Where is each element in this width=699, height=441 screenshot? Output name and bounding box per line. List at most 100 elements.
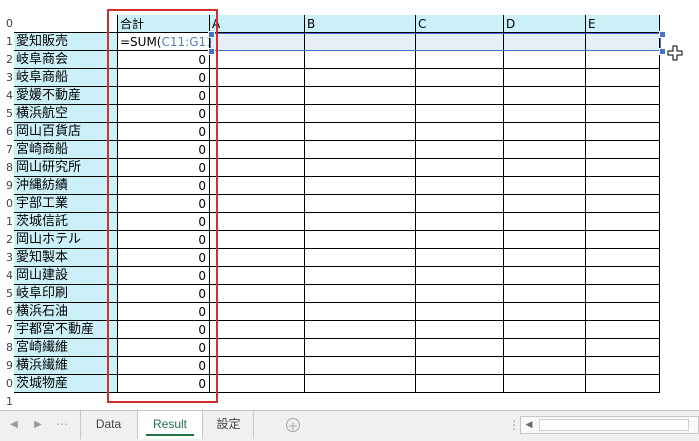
total-value-cell[interactable]: 0 bbox=[118, 159, 210, 177]
empty-cell[interactable] bbox=[210, 33, 305, 51]
company-name-cell[interactable]: 宮崎商船 bbox=[14, 141, 118, 159]
formula-cell[interactable]: =SUM(C11:G11) bbox=[118, 33, 210, 51]
empty-cell[interactable] bbox=[504, 141, 586, 159]
header-total-cell[interactable]: 合計 bbox=[118, 15, 210, 33]
empty-cell[interactable] bbox=[504, 267, 586, 285]
empty-cell[interactable] bbox=[586, 231, 660, 249]
empty-cell[interactable] bbox=[210, 303, 305, 321]
empty-cell[interactable] bbox=[210, 177, 305, 195]
tab-scroll-right-icon[interactable]: ▶ bbox=[32, 419, 44, 431]
empty-cell[interactable] bbox=[305, 51, 416, 69]
empty-cell[interactable] bbox=[305, 195, 416, 213]
range-resize-handle[interactable] bbox=[208, 48, 215, 55]
total-value-cell[interactable]: 0 bbox=[118, 285, 210, 303]
more-tabs-icon[interactable]: ⋯ bbox=[56, 416, 68, 432]
empty-cell[interactable] bbox=[504, 51, 586, 69]
empty-cell[interactable] bbox=[210, 141, 305, 159]
empty-cell[interactable] bbox=[305, 231, 416, 249]
empty-cell[interactable] bbox=[305, 33, 416, 51]
company-name-cell[interactable]: 岡山ホテル bbox=[14, 231, 118, 249]
empty-cell[interactable] bbox=[416, 285, 504, 303]
company-name-cell[interactable]: 岐阜商会 bbox=[14, 51, 118, 69]
empty-cell[interactable] bbox=[504, 249, 586, 267]
empty-cell[interactable] bbox=[586, 249, 660, 267]
empty-cell[interactable] bbox=[210, 321, 305, 339]
empty-cell[interactable] bbox=[416, 195, 504, 213]
empty-cell[interactable] bbox=[210, 123, 305, 141]
header-col-c[interactable]: C bbox=[416, 15, 504, 33]
company-name-cell[interactable]: 岐阜商船 bbox=[14, 69, 118, 87]
empty-cell[interactable] bbox=[586, 105, 660, 123]
company-name-cell[interactable]: 愛知製本 bbox=[14, 249, 118, 267]
empty-cell[interactable] bbox=[210, 69, 305, 87]
empty-cell[interactable] bbox=[504, 285, 586, 303]
header-col-d[interactable]: D bbox=[504, 15, 586, 33]
empty-cell[interactable] bbox=[416, 375, 504, 393]
horizontal-scrollbar[interactable]: ◀ bbox=[520, 416, 699, 434]
company-name-cell[interactable]: 宇部工業 bbox=[14, 195, 118, 213]
empty-cell[interactable] bbox=[586, 51, 660, 69]
empty-cell[interactable] bbox=[305, 213, 416, 231]
total-value-cell[interactable]: 0 bbox=[118, 339, 210, 357]
total-value-cell[interactable]: 0 bbox=[118, 357, 210, 375]
empty-cell[interactable] bbox=[305, 249, 416, 267]
company-name-cell[interactable]: 岡山建設 bbox=[14, 267, 118, 285]
empty-cell[interactable] bbox=[416, 339, 504, 357]
empty-cell[interactable] bbox=[305, 159, 416, 177]
worksheet-grid[interactable]: 0合計ABCDE1愛知販売=SUM(C11:G11)2岐阜商会03岐阜商船04愛… bbox=[0, 0, 699, 410]
total-value-cell[interactable]: 0 bbox=[118, 375, 210, 393]
empty-cell[interactable] bbox=[504, 195, 586, 213]
scrollbar-thumb[interactable] bbox=[539, 419, 689, 431]
empty-cell[interactable] bbox=[586, 213, 660, 231]
empty-cell[interactable] bbox=[210, 195, 305, 213]
empty-cell[interactable] bbox=[586, 285, 660, 303]
empty-cell[interactable] bbox=[586, 321, 660, 339]
header-col-a[interactable]: A bbox=[210, 15, 305, 33]
empty-cell[interactable] bbox=[586, 87, 660, 105]
range-resize-handle[interactable] bbox=[659, 31, 666, 38]
empty-cell[interactable] bbox=[416, 105, 504, 123]
total-value-cell[interactable]: 0 bbox=[118, 249, 210, 267]
empty-cell[interactable] bbox=[504, 123, 586, 141]
header-col-b[interactable]: B bbox=[305, 15, 416, 33]
empty-cell[interactable] bbox=[416, 231, 504, 249]
empty-cell[interactable] bbox=[586, 33, 660, 51]
empty-cell[interactable] bbox=[586, 357, 660, 375]
total-value-cell[interactable]: 0 bbox=[118, 87, 210, 105]
total-value-cell[interactable]: 0 bbox=[118, 195, 210, 213]
empty-cell[interactable] bbox=[416, 51, 504, 69]
empty-cell[interactable] bbox=[504, 177, 586, 195]
company-name-cell[interactable]: 岐阜印刷 bbox=[14, 285, 118, 303]
empty-cell[interactable] bbox=[586, 339, 660, 357]
empty-cell[interactable] bbox=[210, 339, 305, 357]
empty-cell[interactable] bbox=[305, 339, 416, 357]
company-name-cell[interactable]: 沖縄紡績 bbox=[14, 177, 118, 195]
empty-cell[interactable] bbox=[504, 69, 586, 87]
company-name-cell[interactable]: 岡山研究所 bbox=[14, 159, 118, 177]
add-sheet-icon[interactable]: + bbox=[286, 418, 300, 433]
total-value-cell[interactable]: 0 bbox=[118, 69, 210, 87]
empty-cell[interactable] bbox=[586, 123, 660, 141]
total-value-cell[interactable]: 0 bbox=[118, 177, 210, 195]
empty-cell[interactable] bbox=[416, 123, 504, 141]
empty-cell[interactable] bbox=[416, 303, 504, 321]
empty-cell[interactable] bbox=[416, 267, 504, 285]
empty-cell[interactable] bbox=[210, 285, 305, 303]
empty-cell[interactable] bbox=[586, 159, 660, 177]
empty-cell[interactable] bbox=[416, 33, 504, 51]
total-value-cell[interactable]: 0 bbox=[118, 213, 210, 231]
company-name-cell[interactable]: 宇都宮不動産 bbox=[14, 321, 118, 339]
tab-result[interactable]: Result bbox=[137, 411, 203, 439]
company-name-cell[interactable]: 横浜繊維 bbox=[14, 357, 118, 375]
empty-cell[interactable] bbox=[416, 249, 504, 267]
empty-cell[interactable] bbox=[416, 213, 504, 231]
company-name-cell[interactable]: 茨城信託 bbox=[14, 213, 118, 231]
empty-cell[interactable] bbox=[416, 87, 504, 105]
empty-cell[interactable] bbox=[504, 321, 586, 339]
empty-cell[interactable] bbox=[210, 87, 305, 105]
empty-cell[interactable] bbox=[210, 213, 305, 231]
company-name-cell[interactable]: 宮崎繊維 bbox=[14, 339, 118, 357]
empty-cell[interactable] bbox=[586, 177, 660, 195]
total-value-cell[interactable]: 0 bbox=[118, 105, 210, 123]
empty-cell[interactable] bbox=[305, 357, 416, 375]
